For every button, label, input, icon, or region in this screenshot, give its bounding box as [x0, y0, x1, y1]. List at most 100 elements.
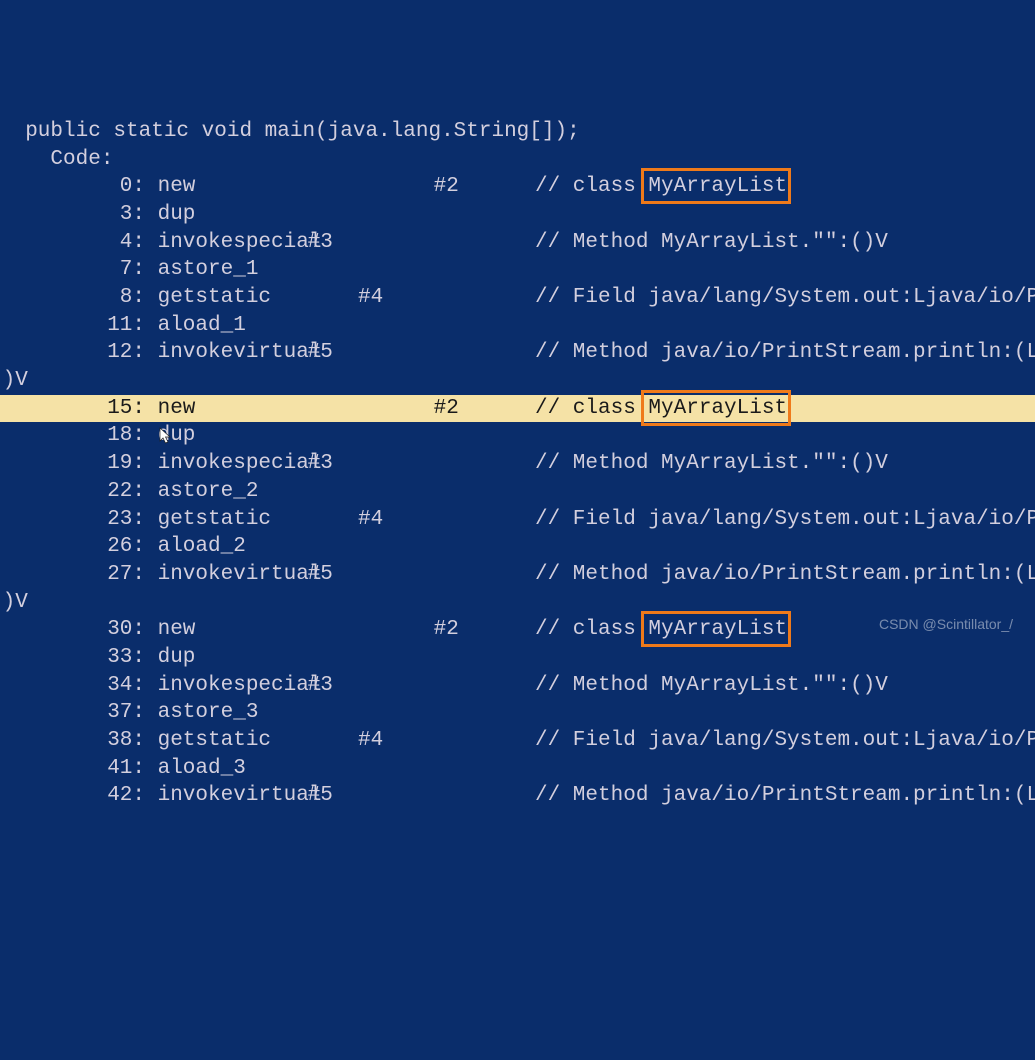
- code-line: 19: invokespecial #3// Method MyArrayLis…: [0, 450, 1035, 478]
- comment: // Field java/lang/System.out:Ljava/io/P…: [535, 729, 1035, 752]
- pool-ref: #2: [295, 173, 535, 201]
- comment: // class: [535, 397, 648, 420]
- opcode: invokevirtual: [145, 339, 295, 367]
- pool-ref: #5: [295, 561, 535, 589]
- code-line: 15: new #2// class MyArrayList: [0, 395, 1035, 423]
- code-line: 23: getstatic #4// Field java/lang/Syste…: [0, 506, 1035, 534]
- pool-ref: #4: [295, 284, 535, 312]
- comment: // Method java/io/PrintStream.println:(L…: [535, 784, 1035, 807]
- opcode: getstatic: [145, 506, 295, 534]
- pool-ref: #3: [295, 229, 535, 257]
- opcode: invokevirtual: [145, 782, 295, 810]
- code-line: 18: dup: [0, 422, 1035, 450]
- class-name: MyArrayList: [648, 618, 787, 641]
- opcode: aload_1: [145, 312, 295, 340]
- bytecode-offset: 12:: [0, 339, 145, 367]
- bytecode-offset: 26:: [0, 533, 145, 561]
- opcode: astore_2: [145, 478, 295, 506]
- bytecode-listing: public static void main(java.lang.String…: [0, 118, 1035, 810]
- code-line: public static void main(java.lang.String…: [0, 118, 1035, 146]
- pool-ref: #2: [295, 616, 535, 644]
- comment: // Method MyArrayList."":()V: [535, 231, 888, 254]
- bytecode-offset: 38:: [0, 727, 145, 755]
- code-line: 8: getstatic #4// Field java/lang/System…: [0, 284, 1035, 312]
- opcode: astore_3: [145, 699, 295, 727]
- comment: // Method MyArrayList."":()V: [535, 674, 888, 697]
- comment: // class: [535, 618, 648, 641]
- pool-ref: #3: [295, 450, 535, 478]
- bytecode-offset: 33:: [0, 644, 145, 672]
- pool-ref: #5: [295, 782, 535, 810]
- opcode: aload_2: [145, 533, 295, 561]
- code-label: Code:: [0, 148, 113, 171]
- bytecode-offset: 3:: [0, 201, 145, 229]
- bytecode-offset: 27:: [0, 561, 145, 589]
- pool-ref: #4: [295, 506, 535, 534]
- margin-marker: ;)V: [0, 367, 28, 395]
- opcode: aload_3: [145, 755, 295, 783]
- highlight-box: [641, 390, 791, 426]
- code-line: 0: new #2// class MyArrayList: [0, 173, 1035, 201]
- opcode: new: [145, 616, 295, 644]
- opcode: new: [145, 173, 295, 201]
- code-line: 22: astore_2: [0, 478, 1035, 506]
- code-line: 4: invokespecial #3// Method MyArrayList…: [0, 229, 1035, 257]
- margin-marker: ;)V: [0, 589, 28, 617]
- code-line: 34: invokespecial #3// Method MyArrayLis…: [0, 672, 1035, 700]
- bytecode-offset: 0:: [0, 173, 145, 201]
- code-line: Code:: [0, 146, 1035, 174]
- opcode: invokespecial: [145, 672, 295, 700]
- code-line: ;)V: [0, 367, 1035, 395]
- bytecode-offset: 18:: [0, 422, 145, 450]
- opcode: dup: [145, 644, 295, 672]
- bytecode-offset: 7:: [0, 256, 145, 284]
- watermark: CSDN @Scintillator_/: [879, 615, 1013, 633]
- pool-ref: #2: [295, 395, 535, 423]
- method-signature: public static void main(java.lang.String…: [0, 120, 580, 143]
- bytecode-offset: 4:: [0, 229, 145, 257]
- opcode: dup: [145, 422, 295, 450]
- code-line: 27: invokevirtual #5// Method java/io/Pr…: [0, 561, 1035, 589]
- comment: // Method java/io/PrintStream.println:(L…: [535, 341, 1035, 364]
- bytecode-offset: 41:: [0, 755, 145, 783]
- code-line: ;)V: [0, 589, 1035, 617]
- code-line: 11: aload_1: [0, 312, 1035, 340]
- pool-ref: #4: [295, 727, 535, 755]
- highlight-box: [641, 168, 791, 204]
- code-line: 38: getstatic #4// Field java/lang/Syste…: [0, 727, 1035, 755]
- pool-ref: #3: [295, 672, 535, 700]
- code-line: 3: dup: [0, 201, 1035, 229]
- bytecode-offset: 15:: [0, 395, 145, 423]
- bytecode-offset: 42:: [0, 782, 145, 810]
- bytecode-offset: 8:: [0, 284, 145, 312]
- opcode: getstatic: [145, 727, 295, 755]
- code-line: 37: astore_3: [0, 699, 1035, 727]
- class-name: MyArrayList: [648, 397, 787, 420]
- opcode: invokevirtual: [145, 561, 295, 589]
- comment: // Method MyArrayList."":()V: [535, 452, 888, 475]
- bytecode-offset: 30:: [0, 616, 145, 644]
- bytecode-offset: 22:: [0, 478, 145, 506]
- comment: // class: [535, 175, 648, 198]
- bytecode-offset: 19:: [0, 450, 145, 478]
- opcode: getstatic: [145, 284, 295, 312]
- opcode: astore_1: [145, 256, 295, 284]
- highlight-box: [641, 611, 791, 647]
- code-line: 33: dup: [0, 644, 1035, 672]
- opcode: dup: [145, 201, 295, 229]
- class-name: MyArrayList: [648, 175, 787, 198]
- code-line: 41: aload_3: [0, 755, 1035, 783]
- code-line: 42: invokevirtual #5// Method java/io/Pr…: [0, 782, 1035, 810]
- code-line: 26: aload_2: [0, 533, 1035, 561]
- pool-ref: #5: [295, 339, 535, 367]
- comment: // Field java/lang/System.out:Ljava/io/P…: [535, 286, 1035, 309]
- bytecode-offset: 11:: [0, 312, 145, 340]
- bytecode-offset: 23:: [0, 506, 145, 534]
- code-line: 7: astore_1: [0, 256, 1035, 284]
- bytecode-offset: 34:: [0, 672, 145, 700]
- code-line: 12: invokevirtual #5// Method java/io/Pr…: [0, 339, 1035, 367]
- bytecode-offset: 37:: [0, 699, 145, 727]
- opcode: invokespecial: [145, 229, 295, 257]
- comment: // Method java/io/PrintStream.println:(L…: [535, 563, 1035, 586]
- opcode: invokespecial: [145, 450, 295, 478]
